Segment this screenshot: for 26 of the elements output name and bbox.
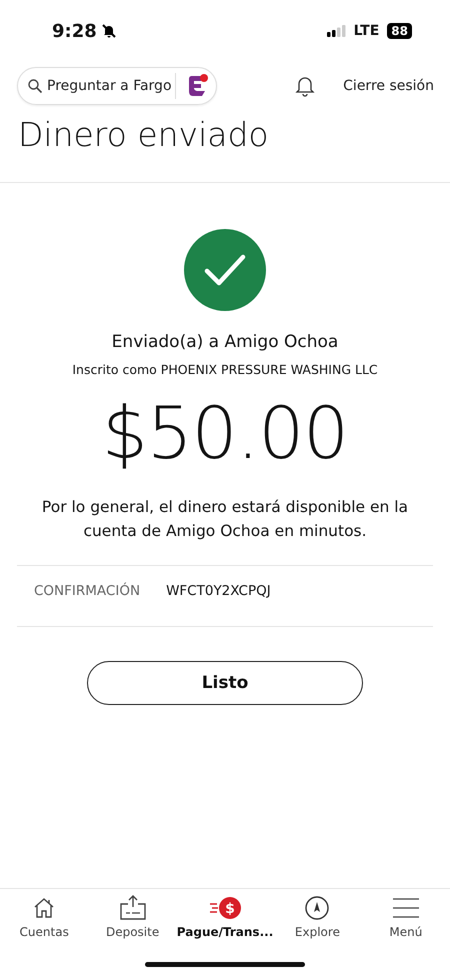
availability-message: Por lo general, el dinero estará disponible en la cuenta de Amigo Ochoa en minutos. <box>40 497 410 542</box>
signal-icon <box>326 25 347 37</box>
search-icon <box>27 78 43 94</box>
page-title: Dinero enviado <box>18 115 270 154</box>
recipient-text: Enviado(a) a Amigo Ochoa <box>112 332 338 352</box>
tab-bar-item[interactable]: Cuentas <box>0 895 88 939</box>
amount-text: $50.00 <box>102 391 348 475</box>
tab-bar-item[interactable]: Menú <box>362 895 450 939</box>
done-button[interactable]: Listo <box>87 661 363 705</box>
enrolled-text: Inscrito como PHOENIX PRESSURE WASHING LLC <box>72 362 378 377</box>
confirmation-label: CONFIRMACIÓN <box>34 583 140 599</box>
battery-indicator: 88 <box>387 23 412 39</box>
confirmation-code: WFCT0Y2XCPQJ <box>166 583 271 599</box>
tab-bar-item[interactable]: Deposite <box>88 895 177 939</box>
tab-bar-item[interactable]: Explore <box>273 895 362 939</box>
search-bar[interactable]: Preguntar a Fargo <box>17 67 217 105</box>
network-label: LTE <box>354 23 380 39</box>
search-field[interactable]: Preguntar a Fargo <box>47 78 171 94</box>
bell-slash-icon <box>100 23 117 39</box>
deposit-icon <box>118 895 147 921</box>
compass-icon <box>304 895 330 921</box>
checkmark-icon <box>184 229 266 311</box>
tab-bar-item[interactable]: $ Pague/Trans... <box>176 895 274 939</box>
sign-out-link[interactable]: Cierre sesión <box>343 78 434 94</box>
status-time: 9:28 <box>52 20 97 42</box>
bell-icon[interactable] <box>295 75 316 97</box>
